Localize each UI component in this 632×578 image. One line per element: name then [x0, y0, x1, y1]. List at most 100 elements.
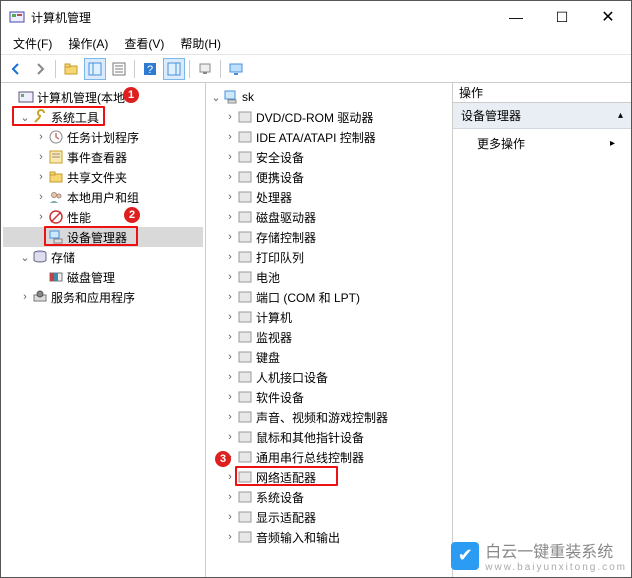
net-adapter-icon	[237, 469, 253, 485]
device-tree-item[interactable]: ›DVD/CD-ROM 驱动器	[208, 107, 450, 127]
tree-toggle-icon[interactable]: ›	[19, 291, 31, 303]
device-tree-item[interactable]: ›端口 (COM 和 LPT)	[208, 287, 450, 307]
back-button[interactable]	[5, 58, 27, 80]
tree-toggle-icon[interactable]: ›	[35, 211, 47, 223]
left-tree-item[interactable]: 设备管理器	[3, 227, 203, 247]
left-tree-item[interactable]: ›本地用户和组	[3, 187, 203, 207]
tree-toggle-icon[interactable]: ›	[224, 171, 236, 183]
device-tree-item[interactable]: ›显示适配器	[208, 507, 450, 527]
left-tree-item[interactable]: 磁盘管理	[3, 267, 203, 287]
left-tree[interactable]: 计算机管理(本地⌄系统工具›任务计划程序›事件查看器›共享文件夹›本地用户和组›…	[1, 83, 205, 311]
left-tree-item[interactable]: ›事件查看器	[3, 147, 203, 167]
tree-item-label: 安全设备	[256, 149, 304, 166]
tree-toggle-icon[interactable]: ›	[224, 131, 236, 143]
tree-toggle-icon[interactable]: ›	[224, 311, 236, 323]
toolbar-device-button[interactable]	[194, 58, 216, 80]
device-tree-item[interactable]: ›计算机	[208, 307, 450, 327]
left-tree-item[interactable]: ⌄存储	[3, 247, 203, 267]
close-button[interactable]: ✕	[585, 1, 631, 33]
tree-toggle-icon[interactable]: ›	[224, 291, 236, 303]
toolbar-panes-button[interactable]	[84, 58, 106, 80]
tree-item-label: 处理器	[256, 189, 292, 206]
device-tree-item[interactable]: › 软件设备	[208, 387, 450, 407]
mouse-icon	[237, 429, 253, 445]
device-tree-item[interactable]: › 安全设备	[208, 147, 450, 167]
tree-toggle-icon[interactable]: ›	[35, 171, 47, 183]
tree-toggle-icon[interactable]: ›	[224, 471, 236, 483]
device-tree-item[interactable]: › 便携设备	[208, 167, 450, 187]
device-tree-item[interactable]: ›存储控制器	[208, 227, 450, 247]
tree-toggle-icon[interactable]: ›	[224, 271, 236, 283]
actions-group-title[interactable]: 设备管理器 ▴	[453, 103, 631, 129]
device-tree-root[interactable]: ⌄sk	[208, 87, 450, 107]
tree-toggle-icon[interactable]: ›	[224, 331, 236, 343]
device-tree-item[interactable]: ›电池	[208, 267, 450, 287]
device-tree-item[interactable]: ›鼠标和其他指针设备	[208, 427, 450, 447]
device-mgr-icon	[48, 229, 64, 245]
tree-toggle-icon[interactable]: ›	[35, 131, 47, 143]
tree-toggle-icon[interactable]: ⌄	[19, 111, 31, 124]
tree-item-label: 任务计划程序	[67, 129, 139, 146]
device-tree-item[interactable]: ›音频输入和输出	[208, 527, 450, 547]
tree-toggle-icon[interactable]: ›	[35, 151, 47, 163]
tree-toggle-icon[interactable]: ›	[224, 371, 236, 383]
actions-pane: 操作 设备管理器 ▴ 更多操作 ▸	[453, 83, 631, 577]
tree-toggle-icon[interactable]: ⌄	[19, 251, 31, 264]
portable-icon	[237, 169, 253, 185]
tree-toggle-icon[interactable]: ›	[224, 491, 236, 503]
left-tree-item[interactable]: › 任务计划程序	[3, 127, 203, 147]
left-tree-item[interactable]: ⌄系统工具	[3, 107, 203, 127]
left-tree-item[interactable]: ›共享文件夹	[3, 167, 203, 187]
tree-toggle-icon[interactable]: ›	[224, 231, 236, 243]
device-tree-item[interactable]: ›磁盘驱动器	[208, 207, 450, 227]
tree-toggle-icon[interactable]: ›	[224, 431, 236, 443]
device-tree-item[interactable]: ›键盘	[208, 347, 450, 367]
device-tree-item[interactable]: ›监视器	[208, 327, 450, 347]
menu-help[interactable]: 帮助(H)	[172, 33, 229, 54]
tree-toggle-icon[interactable]: ›	[224, 191, 236, 203]
tree-item-label: 软件设备	[256, 389, 304, 406]
device-tree-item[interactable]: ›通用串行总线控制器	[208, 447, 450, 467]
toolbar-folder-button[interactable]	[60, 58, 82, 80]
device-tree-item[interactable]: › 处理器	[208, 187, 450, 207]
left-tree-item[interactable]: ›服务和应用程序	[3, 287, 203, 307]
storage-icon	[32, 249, 48, 265]
tree-toggle-icon[interactable]: ›	[224, 451, 236, 463]
tree-item-label: 便携设备	[256, 169, 304, 186]
monitor-icon	[237, 329, 253, 345]
menu-view[interactable]: 查看(V)	[116, 33, 172, 54]
toolbar-monitor-button[interactable]	[225, 58, 247, 80]
menu-action[interactable]: 操作(A)	[60, 33, 116, 54]
forward-button[interactable]	[29, 58, 51, 80]
tree-toggle-icon[interactable]: ›	[224, 411, 236, 423]
menu-file[interactable]: 文件(F)	[5, 33, 60, 54]
toolbar-list-button[interactable]	[108, 58, 130, 80]
toolbar-help-button[interactable]: ?	[139, 58, 161, 80]
device-tree-item[interactable]: ›打印队列	[208, 247, 450, 267]
tree-toggle-icon[interactable]: ›	[224, 211, 236, 223]
tree-toggle-icon[interactable]: ›	[224, 151, 236, 163]
device-tree-item[interactable]: ›人机接口设备	[208, 367, 450, 387]
tree-toggle-icon[interactable]: ⌄	[210, 91, 222, 104]
tree-toggle-icon[interactable]: ›	[35, 191, 47, 203]
tree-toggle-icon[interactable]: ›	[224, 531, 236, 543]
tree-item-label: 性能	[67, 209, 91, 226]
tree-toggle-icon[interactable]: ›	[224, 111, 236, 123]
maximize-button[interactable]: ☐	[539, 1, 585, 33]
tree-toggle-icon[interactable]: ›	[224, 251, 236, 263]
left-tree-item[interactable]: 计算机管理(本地	[3, 87, 203, 107]
middle-pane: ⌄sk›DVD/CD-ROM 驱动器›IDE ATA/ATAPI 控制器›安全设…	[206, 83, 453, 577]
actions-more[interactable]: 更多操作 ▸	[453, 129, 631, 158]
device-tree-item[interactable]: ›系统设备	[208, 487, 450, 507]
tree-toggle-icon[interactable]: ›	[224, 511, 236, 523]
tree-toggle-icon[interactable]: ›	[224, 351, 236, 363]
app-icon	[9, 9, 25, 25]
device-tree-item[interactable]: ›IDE ATA/ATAPI 控制器	[208, 127, 450, 147]
device-tree-item[interactable]: ›声音、视频和游戏控制器	[208, 407, 450, 427]
toolbar-view2-button[interactable]	[163, 58, 185, 80]
device-tree[interactable]: ⌄sk›DVD/CD-ROM 驱动器›IDE ATA/ATAPI 控制器›安全设…	[206, 83, 452, 551]
left-tree-item[interactable]: › 性能	[3, 207, 203, 227]
tree-toggle-icon[interactable]: ›	[224, 391, 236, 403]
minimize-button[interactable]: —	[493, 1, 539, 33]
device-tree-item[interactable]: ›网络适配器	[208, 467, 450, 487]
